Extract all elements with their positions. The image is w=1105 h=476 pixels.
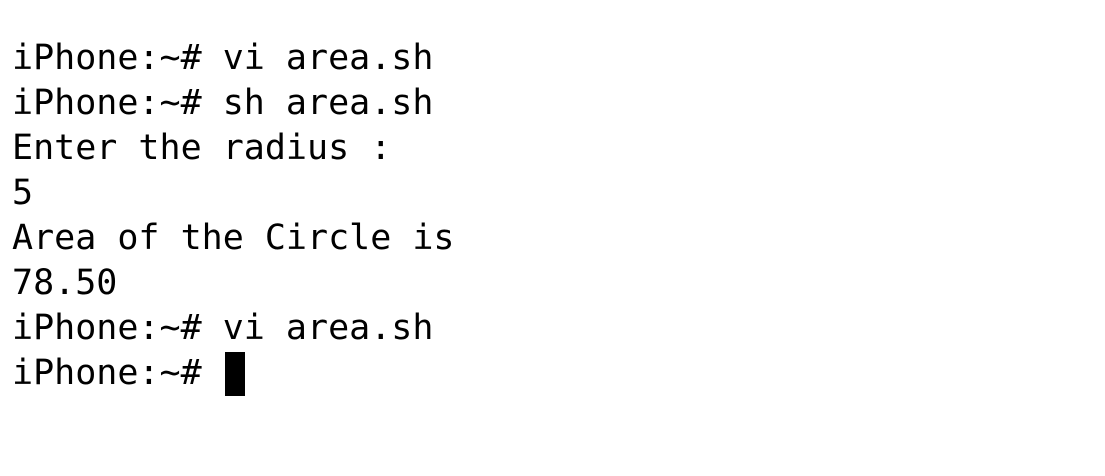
- shell-prompt: iPhone:~#: [12, 308, 223, 348]
- terminal-line: iPhone:~# vi area.sh: [12, 36, 1105, 81]
- command-text: vi area.sh: [222, 308, 434, 348]
- terminal-line: iPhone:~# sh area.sh: [12, 81, 1105, 126]
- command-text: sh area.sh: [222, 83, 434, 123]
- terminal-input-line[interactable]: iPhone:~#: [12, 351, 1105, 396]
- command-text: vi area.sh: [222, 38, 434, 78]
- terminal-line: 5: [12, 171, 1105, 216]
- output-text: Area of the Circle is: [12, 218, 455, 258]
- user-input-text: 5: [12, 173, 34, 213]
- terminal-line: Area of the Circle is: [12, 216, 1105, 261]
- terminal-line: iPhone:~# vi area.sh: [12, 306, 1105, 351]
- shell-prompt: iPhone:~#: [12, 83, 223, 123]
- output-text: 78.50: [12, 263, 118, 303]
- shell-prompt: iPhone:~#: [12, 353, 223, 393]
- terminal-window[interactable]: iPhone:~# vi area.sh iPhone:~# sh area.s…: [0, 0, 1105, 476]
- terminal-line: 78.50: [12, 261, 1105, 306]
- output-text: Enter the radius :: [12, 128, 392, 168]
- terminal-line: Enter the radius :: [12, 126, 1105, 171]
- shell-prompt: iPhone:~#: [12, 38, 223, 78]
- text-cursor: [224, 351, 245, 396]
